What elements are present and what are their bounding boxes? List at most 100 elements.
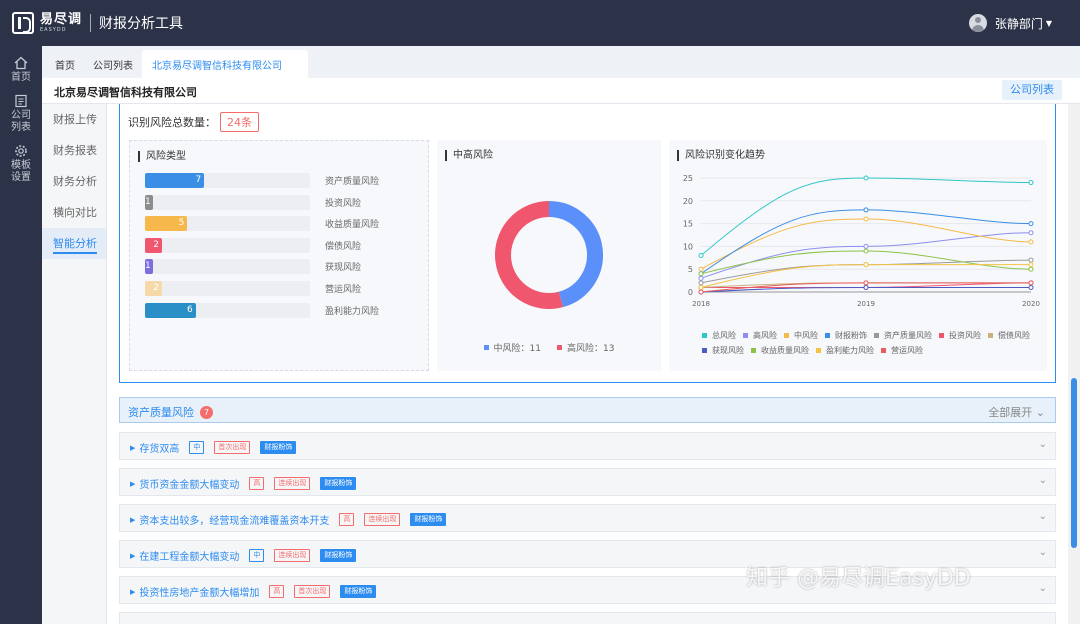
data-point[interactable]: [863, 243, 869, 249]
data-point[interactable]: [698, 253, 704, 259]
donut-chart: [495, 201, 603, 309]
donut-slice[interactable]: [495, 201, 563, 309]
data-point[interactable]: [863, 216, 869, 222]
occurrence-tag: 首次出现: [294, 585, 331, 598]
chevron-down-icon[interactable]: ⌄: [1039, 475, 1047, 486]
data-point[interactable]: [698, 284, 704, 290]
data-point[interactable]: [1028, 284, 1034, 290]
page-title: 北京易尽调智信科技有限公司: [54, 86, 197, 99]
data-point[interactable]: [698, 289, 704, 295]
risk-item-row[interactable]: [119, 612, 1056, 624]
data-point[interactable]: [698, 271, 704, 277]
data-point[interactable]: [1028, 257, 1034, 263]
logo-subtitle: EASYDD: [40, 27, 67, 33]
trend-legend-label: 投资风险: [949, 331, 981, 340]
risk-item-row[interactable]: ▶ 货币资金金额大幅变动高连续出现 财报粉饰 ⌄: [119, 468, 1056, 496]
asset-quality-section-header[interactable]: 资产质量风险 7 全部展开 ⌄: [119, 397, 1056, 423]
page-scrollbar[interactable]: [1068, 104, 1080, 624]
user-menu[interactable]: 张静部门 ▼: [968, 14, 1052, 32]
bar-fill: 2: [145, 237, 162, 253]
data-point[interactable]: [1028, 266, 1034, 272]
chevron-down-icon[interactable]: ⌄: [1039, 583, 1047, 594]
bar-track: 2: [145, 237, 310, 253]
risk-type-row: 1 投资风险: [145, 194, 415, 210]
subnav-item-horizontal-comparison[interactable]: 横向对比: [42, 197, 106, 228]
data-point[interactable]: [1028, 180, 1034, 186]
trend-legend-label: 中风险: [794, 331, 818, 340]
chevron-down-icon[interactable]: ⌄: [1039, 547, 1047, 558]
risk-type-label: 营运风险: [325, 285, 362, 295]
legend-swatch: [816, 348, 821, 353]
data-point[interactable]: [863, 284, 869, 290]
subnav-item-report-upload[interactable]: 财报上传: [42, 104, 106, 135]
data-point[interactable]: [863, 207, 869, 213]
bar-fill: 7: [145, 173, 205, 188]
trend-legend-item[interactable]: 总风险: [702, 330, 736, 341]
data-point[interactable]: [1028, 221, 1034, 227]
data-point[interactable]: [1028, 280, 1034, 286]
trend-legend-item[interactable]: 获现风险: [702, 345, 744, 356]
occurrence-tag: 连续出现: [274, 549, 311, 562]
bar-track: 6: [145, 302, 310, 318]
data-point[interactable]: [698, 275, 704, 281]
data-point[interactable]: [863, 175, 869, 181]
risk-item-row[interactable]: ▶ 存货双高中首次出现 财报粉饰 ⌄: [119, 432, 1056, 460]
trend-title: 风险识别变化趋势: [677, 150, 765, 161]
risk-type-label: 资产质量风险: [325, 177, 380, 187]
caret-right-icon: ▶: [130, 587, 136, 596]
nav-item-company-list[interactable]: 公司 列表: [0, 84, 42, 134]
trend-legend-item[interactable]: 投资风险: [939, 330, 981, 341]
chevron-down-icon[interactable]: ⌄: [1039, 439, 1047, 450]
company-list-button[interactable]: 公司列表: [1002, 80, 1062, 100]
data-point[interactable]: [863, 262, 869, 268]
data-point[interactable]: [863, 248, 869, 254]
trend-legend-item[interactable]: 偿债风险: [988, 330, 1030, 341]
x-tick-label: 2019: [857, 300, 875, 308]
subnav-item-smart-analysis[interactable]: 智能分析: [42, 228, 106, 259]
y-tick-label: 15: [683, 220, 693, 229]
data-point[interactable]: [1028, 262, 1034, 268]
data-point[interactable]: [863, 280, 869, 286]
risk-type-row: 5 收益质量风险: [145, 216, 415, 232]
category-tag: 财报粉饰: [320, 549, 357, 562]
data-point[interactable]: [1028, 230, 1034, 236]
trend-legend-item[interactable]: 营运风险: [881, 345, 923, 356]
gear-icon: [15, 145, 27, 157]
expand-all-button[interactable]: 全部展开 ⌄: [988, 404, 1045, 420]
legend-high-risk[interactable]: 高风险：13: [557, 341, 614, 354]
app-logo[interactable]: 易尽调 EASYDD: [12, 12, 82, 34]
subnav-item-financial-statements[interactable]: 财务报表: [42, 135, 106, 166]
scrollbar-thumb[interactable]: [1071, 378, 1077, 548]
watermark: 知乎 @易尽调EasyDD: [746, 566, 971, 591]
subnav-item-financial-analysis[interactable]: 财务分析: [42, 166, 106, 197]
risk-level-tag: 高: [269, 585, 285, 598]
nav-item-template-settings[interactable]: 模板 设置: [0, 134, 42, 184]
tab-home[interactable]: 首页: [46, 50, 84, 78]
data-point[interactable]: [698, 266, 704, 272]
chevron-down-icon[interactable]: ⌄: [1039, 511, 1047, 522]
trend-legend-item[interactable]: 收益质量风险: [751, 345, 809, 356]
donut-slice[interactable]: [548, 201, 603, 308]
trend-legend-item[interactable]: 资产质量风险: [874, 330, 932, 341]
data-point[interactable]: [1028, 239, 1034, 245]
risk-type-row: 1 获现风险: [145, 259, 415, 275]
data-point[interactable]: [698, 280, 704, 286]
risk-type-label: 盈利能力风险: [325, 306, 380, 317]
trend-legend-item[interactable]: 财报粉饰: [825, 330, 867, 341]
trend-legend-item[interactable]: 高风险: [743, 330, 777, 341]
bar-track: 7: [145, 173, 310, 188]
trend-legend-item[interactable]: 盈利能力风险: [816, 345, 874, 356]
tab-company-detail[interactable]: 北京易尽调智信科技有限公司: [142, 50, 308, 78]
risk-type-row: 2 营运风险: [145, 281, 415, 296]
risk-item-row[interactable]: ▶ 资本支出较多，经营现金流难覆盖资本开支高连续出现 财报粉饰 ⌄: [119, 504, 1056, 532]
risk-type-row: 6 盈利能力风险: [145, 302, 415, 318]
tab-company-list[interactable]: 公司列表: [84, 50, 142, 78]
legend-mid-risk[interactable]: 中风险：11: [483, 341, 541, 354]
series-line[interactable]: [700, 232, 1032, 279]
nav-item-home[interactable]: 首页: [0, 46, 42, 84]
legend-swatch: [751, 348, 756, 353]
bar-fill: 1: [145, 259, 154, 275]
legend-swatch: [483, 345, 489, 350]
risk-type-label: 获现风险: [325, 263, 362, 274]
trend-legend-item[interactable]: 中风险: [784, 330, 818, 341]
